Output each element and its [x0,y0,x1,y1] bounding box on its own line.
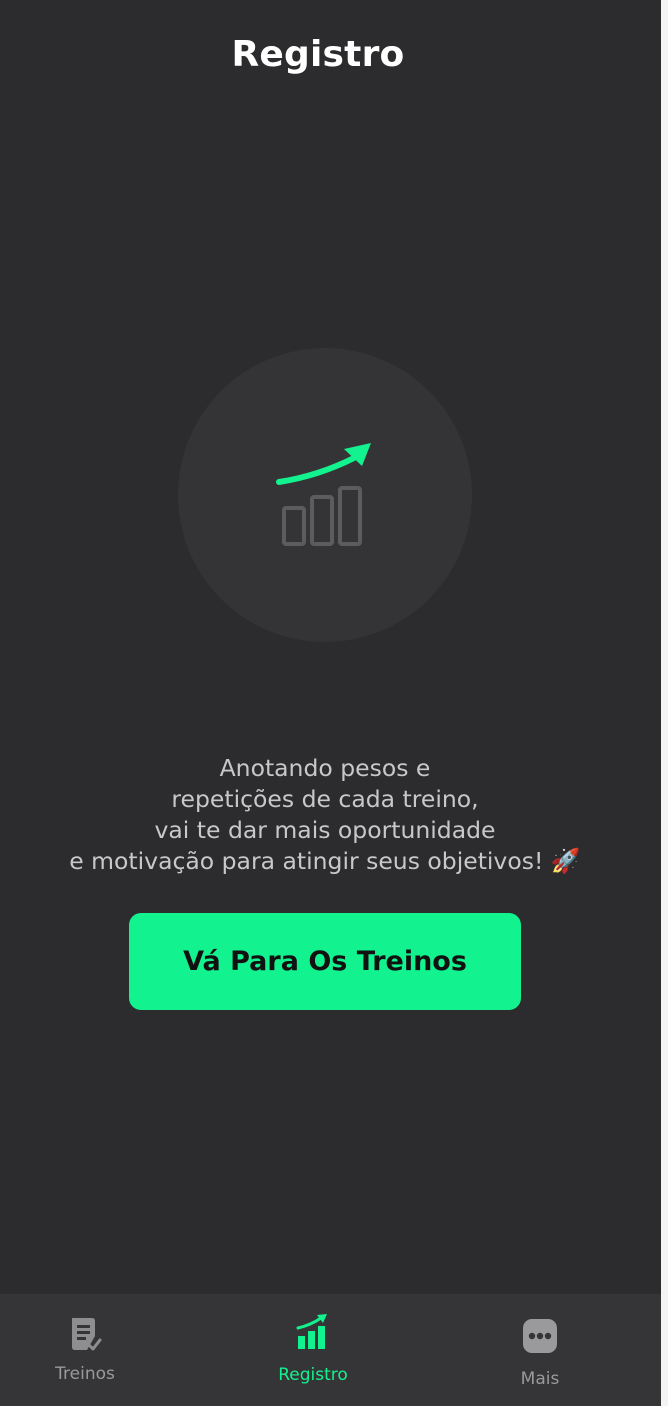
go-to-workouts-button[interactable]: Vá Para Os Treinos [129,913,521,1010]
screen-edge [661,0,668,1406]
tab-registro[interactable]: Registro [228,1294,398,1406]
tab-label: Treinos [55,1364,115,1384]
message-line: Anotando pesos e [219,754,431,782]
tab-label: Mais [520,1369,560,1389]
message-line-last: e motivação para atingir seus objetivos!… [0,846,650,877]
chart-growth-icon [276,443,371,546]
message-line: vai te dar mais oportunidade [154,816,496,844]
rocket-emoji: 🚀 [550,847,581,875]
clipboard-check-icon [0,1314,170,1354]
tab-mais[interactable]: Mais [455,1294,625,1406]
message-line: repetições de cada treino, [171,785,479,813]
empty-state-illustration [178,348,472,642]
chart-growth-icon [228,1312,398,1352]
bottom-tab-bar: Treinos Registro Mais [0,1294,661,1406]
tab-treinos[interactable]: Treinos [0,1294,170,1406]
tab-label: Registro [278,1365,348,1385]
page-title: Registro [231,34,405,75]
empty-state-message: Anotando pesos e repetições de cada trei… [0,753,650,877]
more-dots-icon [455,1318,625,1354]
registro-screen: Registro Anotando pesos e repetições de … [0,0,668,1406]
message-line: e motivação para atingir seus objetivos! [69,847,544,875]
